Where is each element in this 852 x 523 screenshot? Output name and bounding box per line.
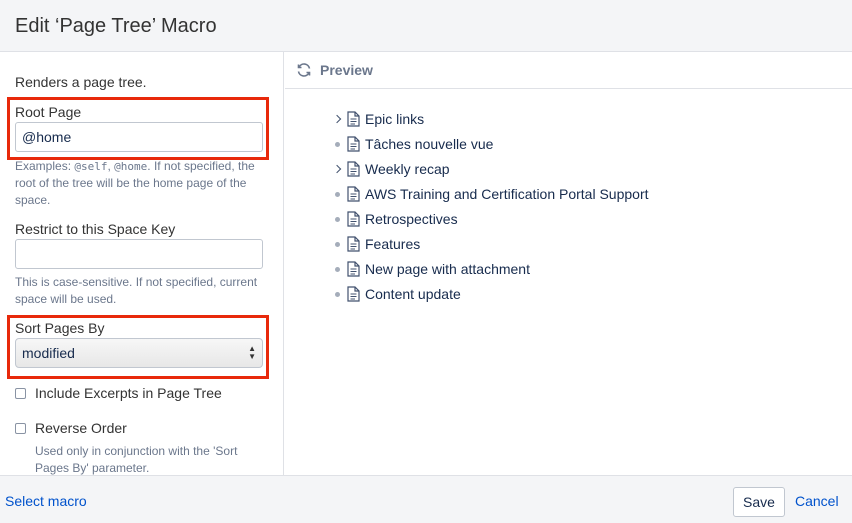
tree-item-label[interactable]: Weekly recap xyxy=(365,161,450,177)
space-key-help: This is case-sensitive. If not specified… xyxy=(15,275,258,306)
page-icon xyxy=(347,161,360,177)
code-home: @home xyxy=(114,160,148,173)
root-page-highlight xyxy=(7,97,269,160)
tree-item-label[interactable]: Epic links xyxy=(365,111,424,127)
tree-item-label[interactable]: Content update xyxy=(365,286,461,302)
page-icon xyxy=(347,261,360,277)
tree-item[interactable]: New page with attachment xyxy=(329,259,530,279)
space-key-input[interactable] xyxy=(15,239,263,269)
bullet-icon xyxy=(329,186,345,202)
save-button[interactable]: Save xyxy=(733,487,785,517)
tree-item[interactable]: Features xyxy=(329,234,420,254)
refresh-icon[interactable] xyxy=(296,62,312,78)
page-icon xyxy=(347,186,360,202)
tree-item[interactable]: Epic links xyxy=(329,109,424,129)
sort-pages-highlight xyxy=(7,315,269,379)
root-page-help: Examples: @self, @home. If not specified… xyxy=(15,159,255,207)
dialog-header: Edit ‘Page Tree’ Macro xyxy=(0,0,852,52)
cancel-link[interactable]: Cancel xyxy=(795,493,839,509)
chevron-right-icon[interactable] xyxy=(329,111,345,127)
reverse-order-label: Reverse Order xyxy=(35,420,127,436)
space-key-label: Restrict to this Space Key xyxy=(15,221,176,237)
include-excerpts-checkbox[interactable] xyxy=(15,387,26,399)
reverse-order-checkbox[interactable] xyxy=(15,422,26,434)
tree-item-label[interactable]: AWS Training and Certification Portal Su… xyxy=(365,186,649,202)
page-icon xyxy=(347,286,360,302)
tree-item[interactable]: Weekly recap xyxy=(329,159,450,179)
bullet-icon xyxy=(329,261,345,277)
bullet-icon xyxy=(329,211,345,227)
preview-header: Preview xyxy=(285,52,852,89)
reverse-order-help: Used only in conjunction with the 'Sort … xyxy=(35,444,238,475)
preview-title: Preview xyxy=(320,62,373,78)
include-excerpts-row[interactable]: Include Excerpts in Page Tree xyxy=(15,385,222,401)
page-icon xyxy=(347,136,360,152)
code-self: @self xyxy=(74,160,108,173)
page-icon xyxy=(347,111,360,127)
tree-item[interactable]: AWS Training and Certification Portal Su… xyxy=(329,184,649,204)
tree-item-label[interactable]: New page with attachment xyxy=(365,261,530,277)
dialog-title: Edit ‘Page Tree’ Macro xyxy=(15,15,217,37)
dialog-footer: Select macro Save Cancel xyxy=(0,475,852,523)
select-macro-link[interactable]: Select macro xyxy=(5,493,87,509)
preview-panel: Preview Epic links Tâches nouvelle vue Wee… xyxy=(285,52,852,475)
bullet-icon xyxy=(329,136,345,152)
tree-item-label[interactable]: Features xyxy=(365,236,420,252)
include-excerpts-label: Include Excerpts in Page Tree xyxy=(35,385,222,401)
tree-item-label[interactable]: Retrospectives xyxy=(365,211,458,227)
bullet-icon xyxy=(329,236,345,252)
page-icon xyxy=(347,211,360,227)
bullet-icon xyxy=(329,286,345,302)
tree-item[interactable]: Tâches nouvelle vue xyxy=(329,134,493,154)
tree-item[interactable]: Retrospectives xyxy=(329,209,458,229)
tree-item-label[interactable]: Tâches nouvelle vue xyxy=(365,136,493,152)
reverse-order-row[interactable]: Reverse Order xyxy=(15,420,127,436)
chevron-right-icon[interactable] xyxy=(329,161,345,177)
macro-description: Renders a page tree. xyxy=(15,74,147,90)
page-icon xyxy=(347,236,360,252)
tree-item[interactable]: Content update xyxy=(329,284,461,304)
